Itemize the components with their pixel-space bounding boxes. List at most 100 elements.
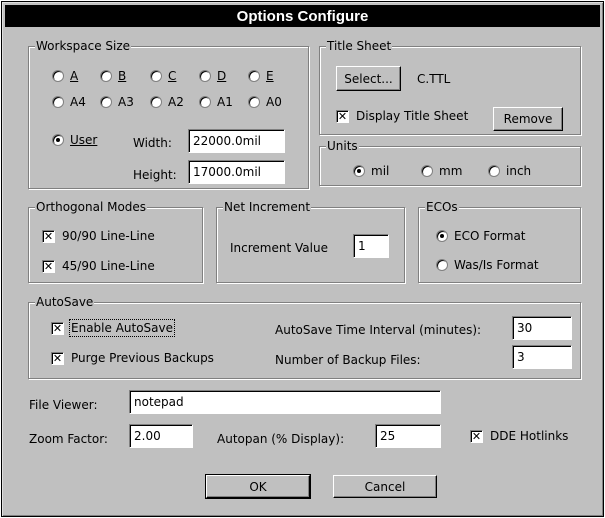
cancel-button[interactable]: Cancel [333, 475, 437, 498]
size-c-label: C [168, 69, 177, 83]
size-radio-a1[interactable]: A1 [199, 95, 233, 109]
orthogonal-modes-label: Orthogonal Modes [35, 200, 148, 214]
net-increment-group: Net Increment Increment Value 1 [216, 200, 405, 283]
size-radio-a2[interactable]: A2 [150, 95, 184, 109]
size-radio-c[interactable]: C [150, 69, 176, 83]
select-button-label: Select... [344, 71, 393, 86]
ecos-label: ECOs [425, 200, 459, 214]
purge-backups-checkbox[interactable]: ✕ Purge Previous Backups [51, 351, 214, 365]
radio-indicator [421, 165, 433, 177]
radio-indicator [150, 96, 162, 108]
check-mark-icon: ✕ [42, 259, 55, 273]
remove-button-label: Remove [503, 112, 553, 126]
title-sheet-group: Title Sheet Select... C.TTL ✕ Display Ti… [319, 39, 581, 135]
units-radio-mm[interactable]: mm [421, 164, 462, 178]
size-radio-a[interactable]: A [52, 69, 78, 83]
net-increment-label: Net Increment [223, 200, 312, 214]
cancel-button-label: Cancel [364, 479, 406, 494]
radio-indicator [52, 134, 64, 146]
width-label: Width: [133, 136, 172, 150]
was-is-format-label: Was/Is Format [454, 258, 539, 272]
radio-indicator [488, 165, 500, 177]
backup-files-label: Number of Backup Files: [275, 353, 421, 367]
radio-indicator [150, 70, 162, 82]
autosave-interval-label: AutoSave Time Interval (minutes): [275, 323, 482, 337]
ecos-group: ECOs ECO Format Was/Is Format [418, 200, 581, 283]
size-radio-a3[interactable]: A3 [100, 95, 134, 109]
title-sheet-label: Title Sheet [326, 39, 393, 53]
zoom-factor-input[interactable]: 2.00 [129, 424, 193, 448]
was-is-format-radio[interactable]: Was/Is Format [436, 258, 539, 272]
dialog-title: Options Configure [236, 7, 369, 25]
enable-autosave-checkbox[interactable]: ✕ Enable AutoSave [51, 319, 176, 337]
radio-indicator [199, 70, 211, 82]
units-radio-inch[interactable]: inch [488, 164, 531, 178]
file-viewer-label: File Viewer: [29, 398, 98, 412]
ortho-90-90-checkbox[interactable]: ✕ 90/90 Line-Line [42, 229, 155, 243]
radio-indicator [100, 96, 112, 108]
ortho-90-90-label: 90/90 Line-Line [62, 229, 155, 243]
zoom-factor-label: Zoom Factor: [29, 432, 108, 446]
size-radio-d[interactable]: D [199, 69, 226, 83]
select-title-sheet-button[interactable]: Select... [336, 66, 401, 91]
height-input[interactable]: 17000.0mil [188, 160, 285, 184]
workspace-size-label: Workspace Size [35, 39, 132, 53]
options-configure-dialog: Options Configure Workspace Size A B C D… [1, 1, 604, 517]
eco-format-radio[interactable]: ECO Format [436, 229, 526, 243]
display-title-sheet-label: Display Title Sheet [356, 109, 469, 123]
height-label: Height: [133, 168, 177, 182]
check-mark-icon: ✕ [336, 109, 349, 123]
units-radio-mil[interactable]: mil [353, 164, 389, 178]
backup-files-input[interactable]: 3 [512, 345, 572, 369]
size-user-label: User [70, 133, 98, 147]
size-radio-a4[interactable]: A4 [52, 95, 86, 109]
check-mark-icon: ✕ [51, 351, 64, 365]
units-mil-label: mil [371, 164, 390, 178]
autosave-group: AutoSave ✕ Enable AutoSave ✕ Purge Previ… [28, 295, 581, 379]
workspace-size-group: Workspace Size A B C D E A4 A3 A2 A1 A0 … [28, 39, 309, 189]
size-radio-a0[interactable]: A0 [248, 95, 282, 109]
orthogonal-modes-group: Orthogonal Modes ✕ 90/90 Line-Line ✕ 45/… [28, 200, 203, 283]
units-group: Units mil mm inch [319, 139, 581, 186]
eco-format-label: ECO Format [454, 229, 526, 243]
size-radio-b[interactable]: B [100, 69, 126, 83]
ortho-45-90-label: 45/90 Line-Line [62, 259, 155, 273]
ortho-45-90-checkbox[interactable]: ✕ 45/90 Line-Line [42, 259, 155, 273]
display-title-sheet-checkbox[interactable]: ✕ Display Title Sheet [336, 109, 468, 123]
title-sheet-filename: C.TTL [417, 72, 451, 86]
radio-indicator [248, 70, 260, 82]
radio-indicator [353, 165, 365, 177]
increment-value-input[interactable]: 1 [353, 234, 389, 258]
dde-hotlinks-checkbox[interactable]: ✕ DDE Hotlinks [470, 429, 568, 443]
autopan-input[interactable]: 25 [375, 424, 441, 448]
units-mm-label: mm [439, 164, 463, 178]
radio-indicator [436, 259, 448, 271]
width-input[interactable]: 22000.0mil [188, 129, 285, 153]
size-a4-label: A4 [70, 95, 86, 109]
size-a3-label: A3 [118, 95, 134, 109]
size-radio-e[interactable]: E [248, 69, 274, 83]
autopan-label: Autopan (% Display): [217, 432, 345, 446]
size-b-label: B [118, 69, 127, 83]
radio-indicator [436, 230, 448, 242]
radio-indicator [199, 96, 211, 108]
size-a2-label: A2 [168, 95, 184, 109]
size-e-label: E [266, 69, 274, 83]
size-a-label: A [70, 69, 79, 83]
check-mark-icon: ✕ [470, 429, 483, 443]
size-a1-label: A1 [217, 95, 233, 109]
increment-value-label: Increment Value [230, 241, 328, 255]
check-mark-icon: ✕ [51, 321, 64, 335]
radio-indicator [52, 70, 64, 82]
autosave-label: AutoSave [35, 295, 95, 309]
ok-button-label: OK [249, 479, 267, 494]
ok-button[interactable]: OK [205, 474, 311, 499]
radio-indicator [248, 96, 260, 108]
file-viewer-input[interactable]: notepad [129, 390, 441, 414]
autosave-interval-input[interactable]: 30 [512, 316, 572, 340]
enable-autosave-label: Enable AutoSave [68, 319, 176, 337]
size-radio-user[interactable]: User [52, 133, 97, 147]
remove-title-sheet-button[interactable]: Remove [493, 107, 563, 131]
units-label: Units [326, 139, 359, 153]
size-a0-label: A0 [266, 95, 282, 109]
